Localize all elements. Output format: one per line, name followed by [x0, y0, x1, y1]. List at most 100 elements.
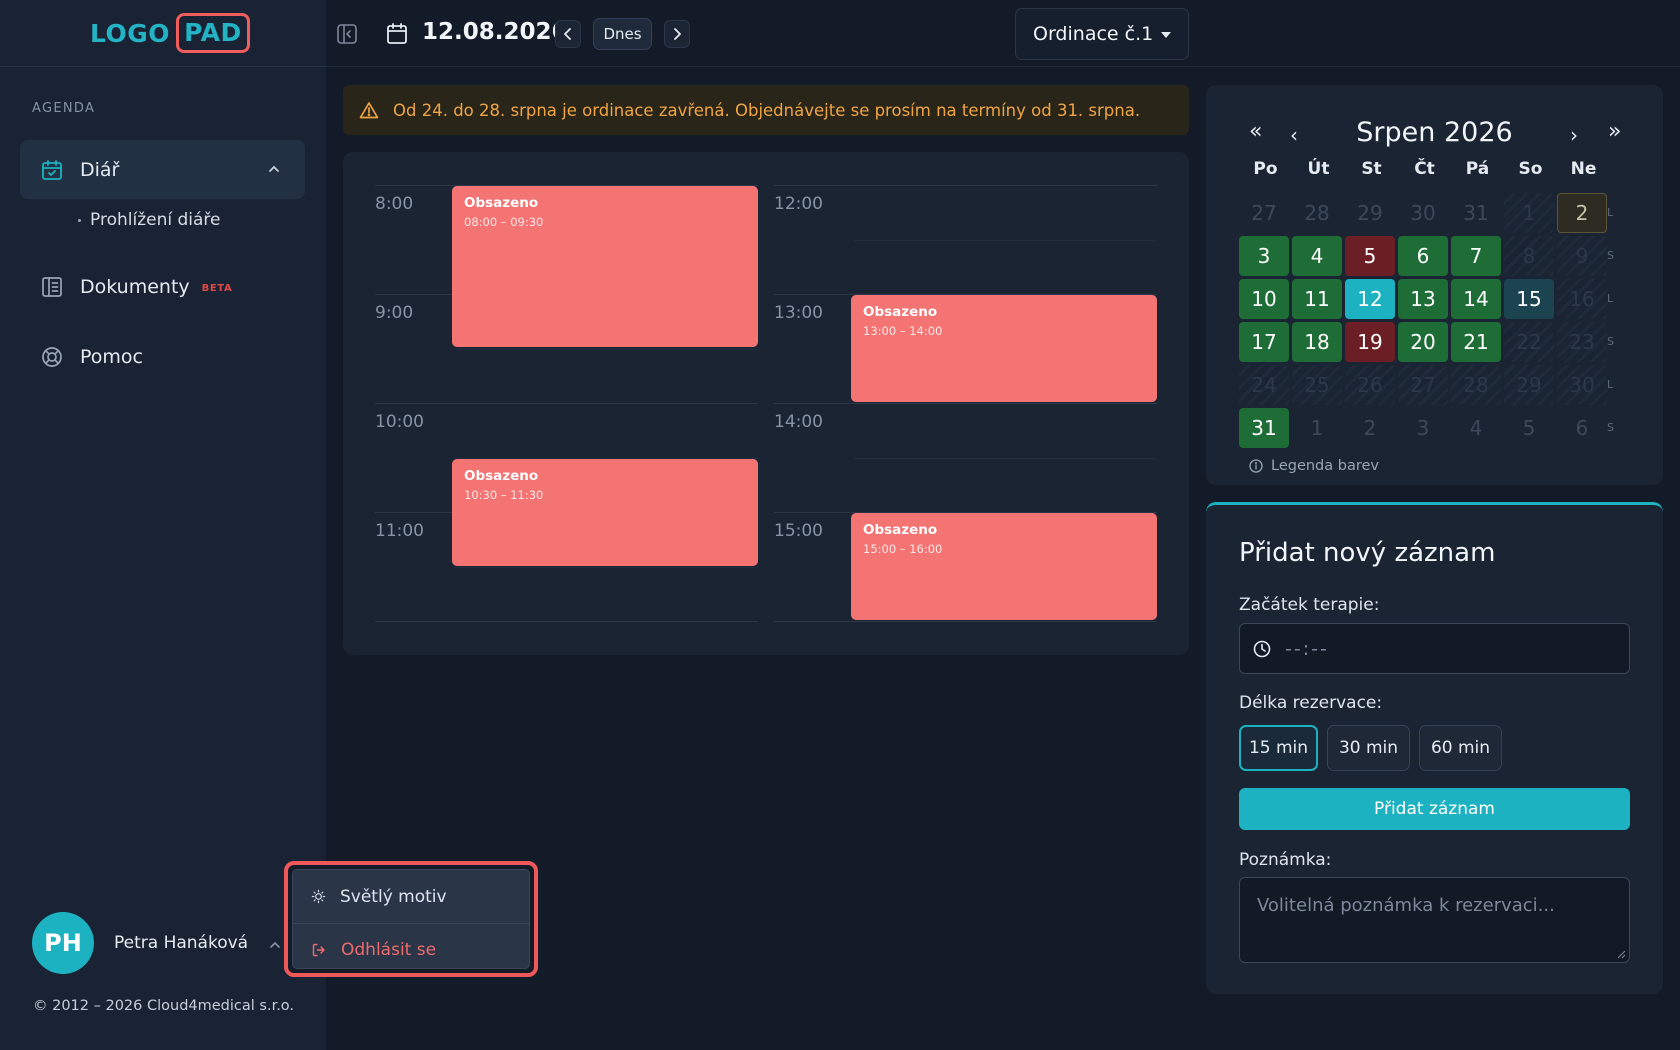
calendar-day: 2: [1363, 416, 1377, 440]
hour-label: 12:00: [774, 194, 823, 214]
current-date[interactable]: 12.08.2026: [422, 19, 568, 45]
event-title: Obsazeno: [464, 468, 539, 484]
calendar-icon: [386, 22, 408, 46]
sidebar: LOGO PAD AGENDA Diář Prohlížení diáře Do…: [0, 0, 326, 1050]
logo-text-primary: LOGO: [90, 18, 171, 48]
calendar-day: 31: [1463, 201, 1489, 225]
calendar-day[interactable]: 20: [1398, 322, 1448, 362]
legend-label: Legenda barev: [1271, 458, 1379, 474]
calendar-day: 5: [1522, 416, 1536, 440]
sidebar-item-documents[interactable]: Dokumenty BETA: [20, 257, 305, 316]
lifebuoy-icon: [40, 345, 64, 369]
sidebar-item-label: Dokumenty: [80, 275, 190, 298]
menu-item-label: Světlý motiv: [340, 886, 447, 907]
calendar-day[interactable]: 31: [1239, 408, 1289, 448]
user-profile[interactable]: PH Petra Hanáková: [32, 912, 280, 974]
booked-slot[interactable]: Obsazeno 13:00 – 14:00: [851, 295, 1157, 402]
calendar-day[interactable]: 4: [1292, 236, 1342, 276]
calendar-title: Srpen 2026: [1356, 117, 1513, 148]
duration-60-button[interactable]: 60 min: [1419, 725, 1502, 771]
sidebar-toggle-icon[interactable]: [336, 23, 358, 45]
duration-15-button[interactable]: 15 min: [1239, 725, 1318, 771]
calendar-day[interactable]: 15: [1504, 279, 1554, 319]
calendar-day[interactable]: 17: [1239, 322, 1289, 362]
hour-label: 11:00: [375, 521, 424, 541]
calendar-day: 28: [1451, 365, 1501, 405]
closure-alert: Od 24. do 28. srpna je ordinace zavřená.…: [343, 85, 1189, 135]
week-parity-label: L: [1607, 206, 1614, 219]
clock-icon: [1253, 640, 1271, 657]
topbar-divider: [326, 66, 1680, 67]
warning-icon: [359, 102, 379, 119]
weekday-label: Pá: [1465, 159, 1490, 179]
event-time: 15:00 – 16:00: [863, 542, 943, 556]
sun-icon: [311, 889, 326, 904]
office-select[interactable]: Ordinace č.1: [1015, 8, 1189, 60]
calendar-day[interactable]: 10: [1239, 279, 1289, 319]
weekday-label: Út: [1307, 159, 1330, 179]
calendar-day: 28: [1304, 201, 1330, 225]
weekday-label: Ne: [1570, 159, 1597, 179]
duration-30-button[interactable]: 30 min: [1327, 725, 1410, 771]
calendar-day[interactable]: 18: [1292, 322, 1342, 362]
booked-slot[interactable]: Obsazeno 08:00 – 09:30: [452, 186, 758, 347]
calendar-day: 25: [1292, 365, 1342, 405]
calendar-day: 27: [1398, 365, 1448, 405]
bullet-dot: [78, 218, 81, 222]
menu-item-logout[interactable]: Odhlásit se: [293, 923, 529, 976]
calendar-day[interactable]: 5: [1345, 236, 1395, 276]
calendar-day[interactable]: 14: [1451, 279, 1501, 319]
prev-day-button[interactable]: [555, 20, 581, 48]
calendar-day: 23: [1557, 322, 1607, 362]
weekday-label: St: [1361, 159, 1382, 179]
chevron-right-icon: [674, 28, 681, 40]
booked-slot[interactable]: Obsazeno 10:30 – 11:30: [452, 459, 758, 566]
calendar-day[interactable]: 12: [1345, 279, 1395, 319]
calendar-day: 1: [1310, 416, 1324, 440]
event-title: Obsazeno: [863, 522, 938, 538]
logo-text-badge: PAD: [176, 13, 250, 53]
menu-item-light-theme[interactable]: Světlý motiv: [293, 870, 529, 923]
chevron-up-icon[interactable]: [267, 162, 281, 176]
info-icon: [1249, 459, 1263, 473]
user-menu: Světlý motiv Odhlásit se: [292, 869, 530, 969]
color-legend-link[interactable]: Legenda barev: [1249, 458, 1379, 474]
calendar-day[interactable]: 6: [1398, 236, 1448, 276]
resize-handle-icon[interactable]: [1617, 950, 1626, 959]
form-title: Přidat nový záznam: [1239, 538, 1496, 568]
week-parity-label: S: [1607, 421, 1614, 434]
sidebar-divider: [0, 66, 326, 67]
calendar-day[interactable]: 13: [1398, 279, 1448, 319]
calendar-day: 30: [1410, 201, 1436, 225]
calendar-day[interactable]: 11: [1292, 279, 1342, 319]
beta-badge: BETA: [201, 283, 233, 294]
calendar-day[interactable]: 3: [1239, 236, 1289, 276]
event-title: Obsazeno: [863, 304, 938, 320]
add-record-button[interactable]: Přidat záznam: [1239, 788, 1630, 830]
avatar: PH: [32, 912, 94, 974]
chevron-up-icon[interactable]: [268, 938, 282, 952]
note-textarea[interactable]: Volitelná poznámka k rezervaci...: [1239, 877, 1630, 963]
note-placeholder: Volitelná poznámka k rezervaci...: [1257, 895, 1555, 916]
calendar-day[interactable]: 21: [1451, 322, 1501, 362]
hour-line: [774, 403, 1157, 404]
sidebar-subitem-view-diary[interactable]: Prohlížení diáře: [78, 210, 220, 230]
sidebar-item-diary[interactable]: Diář: [20, 140, 305, 199]
calendar-day[interactable]: 7: [1451, 236, 1501, 276]
new-record-form: Přidat nový záznam Začátek terapie: --:-…: [1206, 502, 1663, 994]
half-hour-line: [854, 458, 1157, 459]
calendar-day: 4: [1469, 416, 1483, 440]
today-button[interactable]: Dnes: [593, 18, 652, 50]
logo[interactable]: LOGO PAD: [90, 12, 250, 54]
booked-slot[interactable]: Obsazeno 15:00 – 16:00: [851, 513, 1157, 620]
calendar-day[interactable]: 19: [1345, 322, 1395, 362]
office-select-value: Ordinace č.1: [1033, 23, 1154, 45]
note-label: Poznámka:: [1239, 850, 1332, 870]
next-month-button[interactable]: ›: [1570, 123, 1578, 147]
next-day-button[interactable]: [664, 20, 690, 48]
calendar-day: 22: [1504, 322, 1554, 362]
next-year-button[interactable]: »: [1608, 119, 1621, 144]
start-time-input[interactable]: --:--: [1239, 623, 1630, 674]
sidebar-item-help[interactable]: Pomoc: [20, 327, 305, 386]
event-title: Obsazeno: [464, 195, 539, 211]
